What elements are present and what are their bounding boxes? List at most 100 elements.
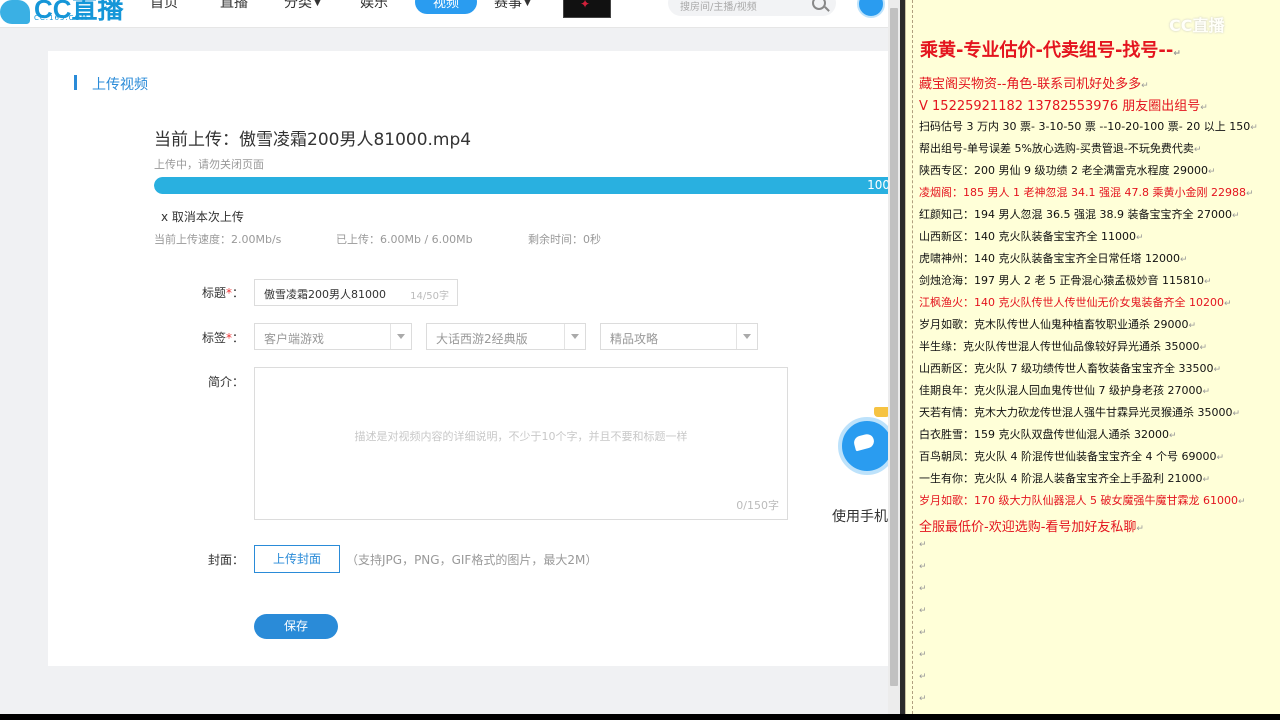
notepad-line: 半生缘：克火队传世混人传世仙品像较好异光通杀 35000↵ <box>919 338 1207 354</box>
notepad-line-text: 扫码估号 3 万内 30 票- 3-10-50 票 --10-20-100 票-… <box>919 120 1251 133</box>
paragraph-mark: ↵ <box>1250 123 1258 133</box>
mobile-app-text[interactable]: 使用手机 <box>832 506 888 526</box>
nav-events[interactable]: 赛事 ▼ <box>494 0 531 12</box>
notepad-line: 陕西专区：200 男仙 9 级功绩 2 老全满雷克水程度 29000↵ <box>919 162 1216 178</box>
colon: ： <box>231 286 244 300</box>
notepad-line: 山西新区：克火队 7 级功绩传世人畜牧装备宝宝齐全 33500↵ <box>919 360 1221 376</box>
upload-card: 上传视频 当前上传：傲雪凌霜200男人81000.mp4 上传中，请勿关闭页面 … <box>48 51 888 666</box>
section-title: 上传视频 <box>74 74 148 94</box>
notepad-line: 全服最低价-欢迎选购-看号加好友私聊↵ <box>919 516 1144 535</box>
site-logo[interactable]: CC直播 CC.163.COM <box>0 0 124 24</box>
upload-progress-bar: 100 <box>154 177 888 194</box>
avatar[interactable] <box>857 0 885 18</box>
paragraph-mark: ↵ <box>1200 103 1208 113</box>
paragraph-mark: ↵ <box>1188 321 1197 331</box>
paragraph-mark: ↵ <box>1203 277 1212 287</box>
margin-line <box>912 0 914 714</box>
search-box[interactable]: 搜房间/主播/视频 <box>668 0 836 16</box>
empty-line-mark: ↵ <box>919 694 927 704</box>
tag-select-2-value: 大话西游2经典版 <box>436 332 528 346</box>
remaining-time: 剩余时间：0秒 <box>528 233 601 246</box>
promo-icon: ✦ <box>580 0 591 11</box>
paragraph-mark: ↵ <box>1193 145 1202 155</box>
nav-category[interactable]: 分类 ▼ <box>284 0 321 12</box>
title-char-count: 14/50字 <box>410 291 449 302</box>
notepad-line-text: 江枫渔火：140 克火队传世人传世仙无价女鬼装备齐全 10200 <box>919 296 1224 309</box>
notepad-line-text: 天若有情：克木大力砍龙传世混人强牛甘霖异光灵猴通杀 35000 <box>919 406 1233 419</box>
empty-line-mark: ↵ <box>919 584 927 594</box>
notepad-line-text: 白衣胜雪：159 克火队双盘传世仙混人通杀 32000 <box>919 428 1169 441</box>
tags-label-text: 标签 <box>201 331 226 345</box>
logo-icon <box>0 0 30 24</box>
notepad-panel: CC直播 乘黄-专业估价-代卖组号-找号--↵ 藏宝阁买物资--角色-联系司机好… <box>905 0 1280 714</box>
tag-select-3-value: 精品攻略 <box>610 332 659 346</box>
description-textarea[interactable]: 描述是对视频内容的详细说明，不少于10个字，并且不要和标题一样 0/150字 <box>254 367 788 520</box>
chevron-down-icon: ▼ <box>524 0 531 8</box>
paragraph-mark: ↵ <box>1168 431 1177 441</box>
notepad-line-text: 山西新区：140 克火队装备宝宝齐全 11000 <box>919 230 1136 243</box>
browser-page: CC直播 CC.163.COM 首页 直播 分类 ▼ 娱乐 视频 赛事 ▼ ✦ 搜房… <box>0 0 888 714</box>
paragraph-mark: ↵ <box>1173 49 1181 59</box>
nav-entertainment[interactable]: 娱乐 <box>360 0 388 12</box>
uploaded-size: 已上传：6.00Mb / 6.00Mb <box>336 233 473 246</box>
notepad-line: 剑烛沧海：197 男人 2 老 5 正骨混心猿孟极妙音 115810↵ <box>919 272 1212 288</box>
upload-cover-button[interactable]: 上传封面 <box>254 545 340 573</box>
promo-badge[interactable]: ✦ <box>563 0 611 18</box>
nav-live[interactable]: 直播 <box>220 0 248 12</box>
tag-select-2[interactable]: 大话西游2经典版 <box>426 323 586 350</box>
cover-label: 封面： <box>207 553 244 567</box>
nav-home[interactable]: 首页 <box>150 0 178 12</box>
notepad-line-text: 凌烟阁：185 男人 1 老神忽混 34.1 强混 47.8 乘黄小金刚 229… <box>919 186 1246 199</box>
crown-icon <box>874 407 888 417</box>
top-navigation: CC直播 CC.163.COM 首页 直播 分类 ▼ 娱乐 视频 赛事 ▼ ✦ 搜房… <box>0 0 888 28</box>
page-scrollbar[interactable] <box>888 0 900 714</box>
mobile-app-icon[interactable] <box>838 407 888 475</box>
paragraph-mark: ↵ <box>1216 453 1225 463</box>
title-label: 标题*： <box>184 284 244 301</box>
chevron-down-icon <box>736 324 757 349</box>
nav-events-label: 赛事 <box>494 0 522 11</box>
notepad-line: V 15225921182 13782553976 朋友圈出组号↵ <box>919 95 1208 114</box>
description-placeholder: 描述是对视频内容的详细说明，不少于10个字，并且不要和标题一样 <box>354 430 688 443</box>
title-field[interactable]: 傲雪凌霜200男人81000 14/50字 <box>254 279 458 306</box>
cancel-upload-link[interactable]: x 取消本次上传 <box>161 208 244 225</box>
tag-select-3[interactable]: 精品攻略 <box>600 323 758 350</box>
paragraph-mark: ↵ <box>1136 524 1144 534</box>
chevron-down-icon <box>564 324 585 349</box>
paragraph-mark: ↵ <box>1141 81 1149 91</box>
notepad-line-text: 半生缘：克火队传世混人传世仙品像较好异光通杀 35000 <box>919 340 1200 353</box>
logo-domain: CC.163.COM <box>34 14 89 22</box>
notepad-line-text: 一生有你：克火队 4 阶混人装备宝宝齐全上手盈利 21000 <box>919 472 1203 485</box>
search-icon[interactable] <box>812 0 826 10</box>
paragraph-mark: ↵ <box>1202 475 1211 485</box>
chevron-down-icon <box>390 324 411 349</box>
notepad-line-text: V 15225921182 13782553976 朋友圈出组号 <box>919 99 1201 114</box>
paragraph-mark: ↵ <box>1202 387 1211 397</box>
empty-line-mark: ↵ <box>919 650 927 660</box>
paragraph-mark: ↵ <box>1207 167 1216 177</box>
scrollbar-thumb[interactable] <box>890 8 898 686</box>
notepad-title: 乘黄-专业估价-代卖组号-找号--↵ <box>920 36 1181 62</box>
nav-video[interactable]: 视频 <box>415 0 477 14</box>
tag-select-1[interactable]: 客户端游戏 <box>254 323 412 350</box>
paragraph-mark: ↵ <box>1245 189 1254 199</box>
notepad-line: 凌烟阁：185 男人 1 老神忽混 34.1 强混 47.8 乘黄小金刚 229… <box>919 184 1254 200</box>
search-input[interactable]: 搜房间/主播/视频 <box>680 0 757 13</box>
upload-speed: 当前上传速度：2.00Mb/s <box>154 233 282 246</box>
notepad-line: 扫码估号 3 万内 30 票- 3-10-50 票 --10-20-100 票-… <box>919 118 1258 134</box>
notepad-line: 白衣胜雪：159 克火队双盘传世仙混人通杀 32000↵ <box>919 426 1177 442</box>
notepad-line: 百鸟朝凤：克火队 4 阶混传世仙装备宝宝齐全 4 个号 69000↵ <box>919 448 1224 464</box>
notepad-line-text: 山西新区：克火队 7 级功绩传世人畜牧装备宝宝齐全 33500 <box>919 362 1214 375</box>
description-label: 简介： <box>207 375 244 389</box>
notepad-title-text: 乘黄-专业估价-代卖组号-找号-- <box>920 40 1174 61</box>
stream-watermark: CC直播 <box>1169 16 1225 35</box>
save-button[interactable]: 保存 <box>254 614 338 639</box>
notepad-line-text: 百鸟朝凤：克火队 4 阶混传世仙装备宝宝齐全 4 个号 69000 <box>919 450 1217 463</box>
notepad-line: 江枫渔火：140 克火队传世人传世仙无价女鬼装备齐全 10200↵ <box>919 294 1232 310</box>
progress-label: 100 <box>867 178 888 192</box>
progress-fill <box>154 177 888 194</box>
notepad-line-text: 全服最低价-欢迎选购-看号加好友私聊 <box>919 520 1137 535</box>
tags-label: 标签*： <box>184 329 244 346</box>
title-label-text: 标题 <box>201 286 226 300</box>
empty-line-mark: ↵ <box>919 540 927 550</box>
